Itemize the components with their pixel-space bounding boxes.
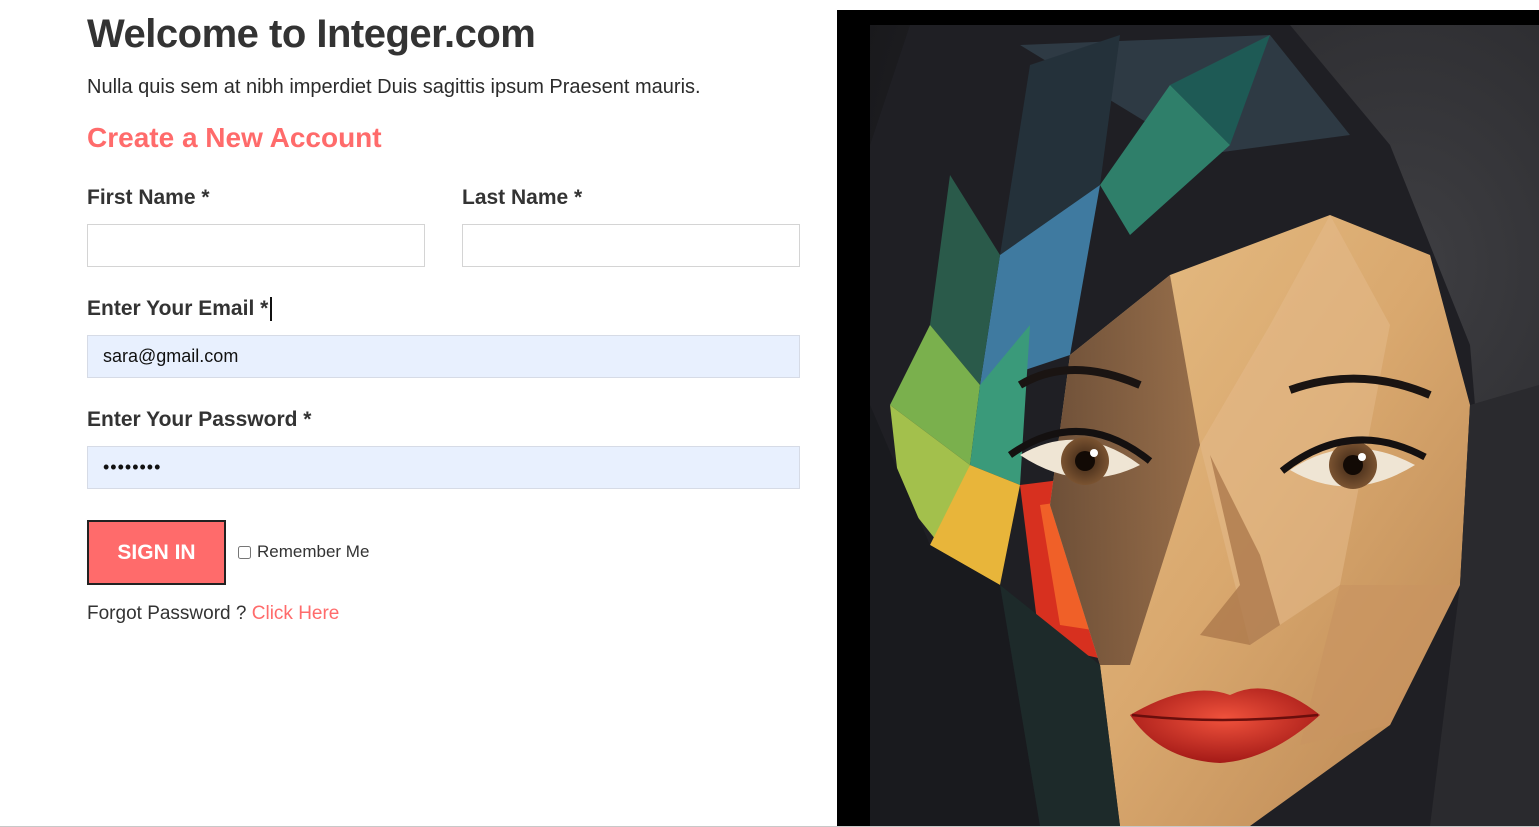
password-label: Enter Your Password * <box>87 408 312 431</box>
last-name-field[interactable] <box>462 224 800 267</box>
forgot-password-text: Forgot Password ? <box>87 603 252 624</box>
last-name-label: Last Name * <box>462 186 583 209</box>
sign-in-button[interactable]: SIGN IN <box>87 520 226 585</box>
password-field[interactable] <box>87 446 800 489</box>
remember-me[interactable]: Remember Me <box>238 542 369 562</box>
portrait-artwork <box>870 25 1539 826</box>
remember-me-checkbox[interactable] <box>238 545 251 559</box>
forgot-password-row: Forgot Password ? Click Here <box>87 603 339 625</box>
first-name-label: First Name * <box>87 186 210 209</box>
page-title: Welcome to Integer.com <box>87 12 536 56</box>
form-heading: Create a New Account <box>87 122 382 153</box>
forgot-password-link[interactable]: Click Here <box>252 603 340 624</box>
text-cursor <box>270 297 273 322</box>
artwork-frame <box>837 10 1539 826</box>
email-field[interactable] <box>87 335 800 378</box>
page-subtitle: Nulla quis sem at nibh imperdiet Duis sa… <box>87 76 701 98</box>
email-label-row: Enter Your Email * <box>87 297 273 322</box>
first-name-field[interactable] <box>87 224 425 267</box>
email-label: Enter Your Email * <box>87 297 269 320</box>
remember-me-label: Remember Me <box>257 542 370 561</box>
signup-page: Welcome to Integer.com Nulla quis sem at… <box>0 0 1539 827</box>
